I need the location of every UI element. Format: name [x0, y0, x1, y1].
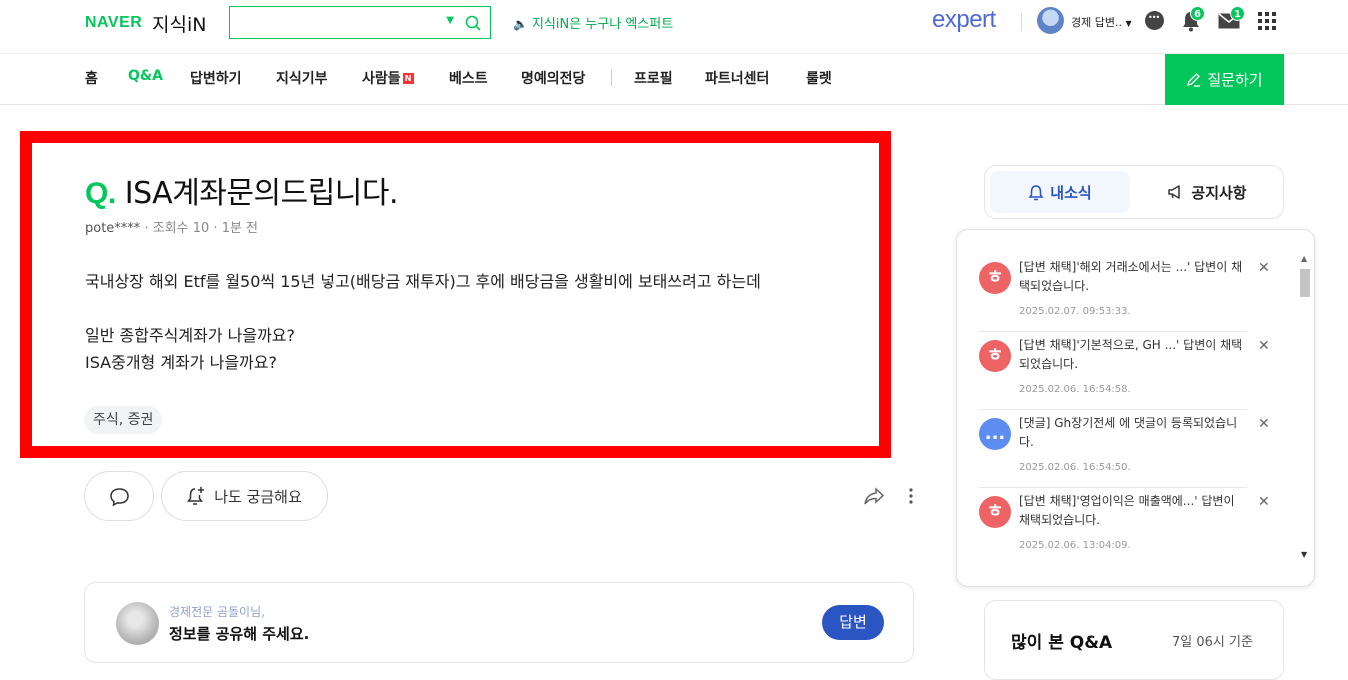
answer-prompt-card: 경제전문 곰돌이님, 정보를 공유해 주세요. 답변	[84, 582, 914, 663]
avatar	[116, 602, 159, 645]
answer-button[interactable]: 답변	[822, 605, 884, 640]
answerer-name: 경제전문 곰돌이님,	[169, 605, 265, 619]
nav-profile[interactable]: 프로필	[634, 68, 673, 88]
notification-text: [댓글] Gh장기전세 에 댓글이 등록되었습니다.	[1019, 416, 1238, 449]
notification-item[interactable]: ㅎ [답변 채택]'기본적으로, GH ...' 답변이 채택되었습니다. 20…	[979, 332, 1270, 410]
share-icon[interactable]	[863, 486, 885, 506]
post-time: 1분 전	[221, 221, 259, 236]
question-meta: pote**** · 조회수 10 · 1분 전	[85, 221, 259, 236]
search-icon[interactable]	[464, 14, 482, 32]
bell-plus-icon	[187, 487, 205, 505]
nav-donate[interactable]: 지식기부	[276, 68, 328, 88]
comment-button[interactable]	[84, 471, 154, 521]
answer-prompt-text: 정보를 공유해 주세요.	[169, 625, 310, 643]
view-count: 조회수 10	[152, 221, 210, 236]
tab-my-news[interactable]: 내소식	[990, 171, 1130, 213]
sidebar-tabs: 내소식 공지사항	[984, 165, 1284, 219]
more-options-icon[interactable]	[906, 486, 916, 506]
close-icon[interactable]: ✕	[1258, 416, 1270, 432]
chevron-down-icon: ▼	[1125, 19, 1132, 28]
category-tag[interactable]: 주식, 증권	[84, 406, 163, 434]
nav-partner-center[interactable]: 파트너센터	[705, 68, 769, 88]
ask-question-button[interactable]: 질문하기	[1165, 54, 1284, 105]
pencil-icon	[1187, 73, 1201, 87]
app-grid-icon[interactable]	[1258, 12, 1276, 30]
q-mark: Q.	[85, 177, 116, 210]
nav-roulette[interactable]: 룰렛	[806, 68, 832, 88]
header-notice-link[interactable]: 🔈 지식iN은 누구나 엑스퍼트	[513, 13, 673, 32]
notification-text: [답변 채택]'영업이익은 매출액에...' 답변이 채택되었습니다.	[1019, 494, 1235, 527]
mail-badge: 1	[1230, 6, 1245, 21]
megaphone-icon	[1168, 185, 1181, 199]
notification-panel: ㅎ [답변 채택]'해외 거래소에서는 ...' 답변이 채택되었습니다. 20…	[956, 229, 1315, 587]
talk-icon[interactable]	[1145, 11, 1164, 30]
jisikin-logo[interactable]: 지식iN	[152, 10, 206, 37]
question-title: Q. ISA계좌문의드립니다.	[85, 176, 399, 211]
search-dropdown-icon[interactable]: ▼	[446, 15, 454, 26]
main-nav: 홈 Q&A 답변하기 지식기부 사람들 N 베스트 명예의전당 프로필 파트너센터…	[0, 54, 1348, 105]
notification-date: 2025.02.06. 16:54:50.	[1019, 462, 1131, 473]
close-icon[interactable]: ✕	[1258, 494, 1270, 510]
notification-item[interactable]: ... [댓글] Gh장기전세 에 댓글이 등록되었습니다. 2025.02.0…	[979, 410, 1270, 488]
notification-date: 2025.02.06. 13:04:09.	[1019, 540, 1131, 551]
nav-home[interactable]: 홈	[85, 68, 98, 88]
bell-icon	[1028, 184, 1044, 200]
comment-icon: ...	[979, 418, 1011, 450]
body-line: 일반 종합주식계좌가 나을까요?	[85, 326, 296, 345]
expert-logo[interactable]: expert	[932, 6, 996, 34]
body-line: ISA중개형 계좌가 나을까요?	[85, 353, 277, 372]
tab-notices[interactable]: 공지사항	[1137, 171, 1277, 213]
most-viewed-timestamp: 7일 06시 기준	[1172, 635, 1253, 650]
new-badge: N	[402, 73, 414, 84]
comment-icon	[110, 488, 129, 507]
nav-people[interactable]: 사람들 N	[362, 68, 414, 88]
notification-date: 2025.02.07. 09:53:33.	[1019, 306, 1131, 317]
notification-item[interactable]: ㅎ [답변 채택]'영업이익은 매출액에...' 답변이 채택되었습니다. 20…	[979, 488, 1270, 566]
adopt-icon: ㅎ	[979, 262, 1011, 294]
notification-date: 2025.02.06. 16:54:58.	[1019, 384, 1131, 395]
nav-answer[interactable]: 답변하기	[190, 68, 242, 88]
nav-qna[interactable]: Q&A	[128, 68, 163, 84]
body-line: 국내상장 해외 Etf를 월50씩 15년 넣고(배당금 재투자)그 후에 배당…	[85, 272, 761, 291]
notification-badge: 6	[1190, 6, 1205, 21]
body-line	[85, 295, 761, 322]
notification-text: [답변 채택]'기본적으로, GH ...' 답변이 채택되었습니다.	[1019, 338, 1243, 371]
scroll-down-icon[interactable]: ▼	[1301, 550, 1307, 559]
adopt-icon: ㅎ	[979, 496, 1011, 528]
nav-divider	[611, 70, 612, 86]
question-body: 국내상장 해외 Etf를 월50씩 15년 넣고(배당금 재투자)그 후에 배당…	[85, 268, 761, 376]
user-name-menu[interactable]: 경제 답변.. ▼	[1071, 14, 1132, 30]
notification-item[interactable]: ㅎ [답변 채택]'해외 거래소에서는 ...' 답변이 채택되었습니다. 20…	[979, 254, 1270, 332]
scrollbar-thumb[interactable]	[1300, 269, 1310, 297]
most-viewed-qna: 많이 본 Q&A 7일 06시 기준	[984, 600, 1284, 680]
nav-best[interactable]: 베스트	[449, 68, 488, 88]
me-too-curious-button[interactable]: 나도 궁금해요	[161, 471, 328, 521]
top-header: NAVER 지식iN ▼ 🔈 지식iN은 누구나 엑스퍼트 expert 경제 답…	[0, 0, 1348, 54]
adopt-icon: ㅎ	[979, 340, 1011, 372]
most-viewed-title: 많이 본 Q&A	[1011, 633, 1113, 653]
avatar[interactable]	[1037, 7, 1064, 34]
speaker-icon: 🔈	[513, 17, 528, 31]
nav-hall-of-fame[interactable]: 명예의전당	[521, 68, 585, 88]
search-input[interactable]: ▼	[229, 6, 491, 39]
close-icon[interactable]: ✕	[1258, 338, 1270, 354]
naver-logo[interactable]: NAVER	[85, 14, 142, 32]
close-icon[interactable]: ✕	[1258, 260, 1270, 276]
scrollbar[interactable]: ▲ ▼	[1298, 254, 1312, 564]
notification-text: [답변 채택]'해외 거래소에서는 ...' 답변이 채택되었습니다.	[1019, 260, 1243, 293]
header-divider	[1021, 13, 1022, 31]
author-name[interactable]: pote****	[85, 221, 140, 236]
scroll-up-icon[interactable]: ▲	[1301, 254, 1307, 263]
